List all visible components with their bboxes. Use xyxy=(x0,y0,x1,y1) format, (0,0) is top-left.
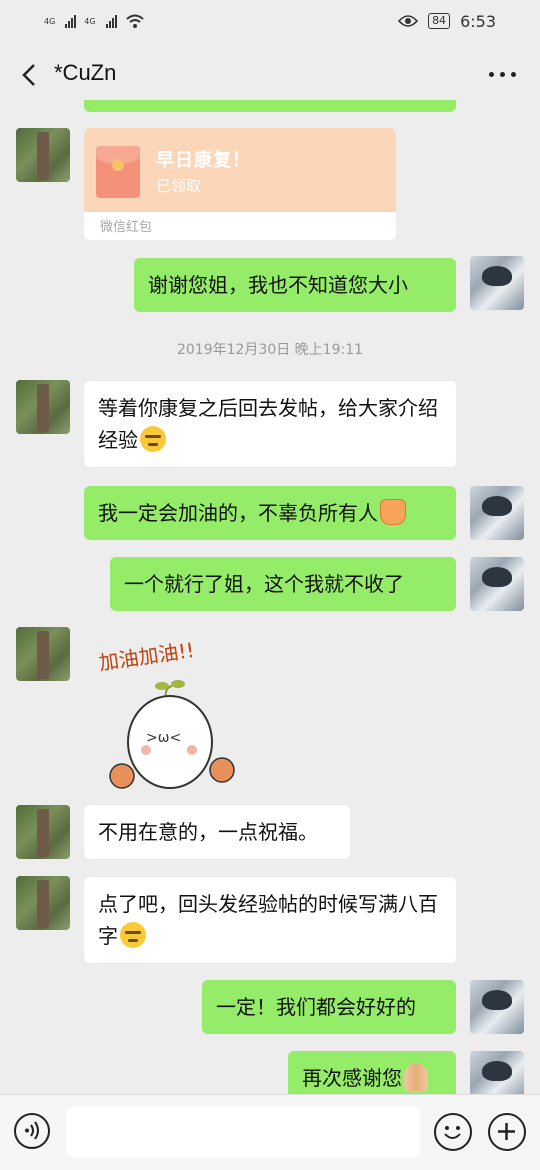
red-packet-footer: 微信红包 xyxy=(100,220,153,235)
message-text: 一定！我们都会好好的 xyxy=(216,995,416,1019)
avatar[interactable] xyxy=(16,380,70,434)
smirk-emoji-icon xyxy=(140,426,166,452)
message-text: 我一定会加油的，不辜负所有人 xyxy=(98,501,378,525)
message-text: 点了吧，回头发经验帖的时候写满八百字 xyxy=(98,892,438,948)
plus-icon[interactable] xyxy=(488,1113,526,1151)
message-list[interactable]: 早日康复！ 已领取 微信红包 谢谢您姐，我也不知道您大小 2019年12月30日… xyxy=(0,100,540,1094)
avatar[interactable] xyxy=(470,980,524,1034)
avatar[interactable] xyxy=(470,256,524,310)
emoji-icon[interactable] xyxy=(434,1113,472,1151)
message-bubble[interactable]: 点了吧，回头发经验帖的时候写满八百字 xyxy=(84,877,456,963)
chevron-left-icon[interactable] xyxy=(16,60,46,90)
avatar[interactable] xyxy=(470,557,524,611)
message-text: 再次感谢您 xyxy=(302,1066,402,1090)
network-type-1: 4G xyxy=(44,16,56,26)
svg-text:>ω<: >ω< xyxy=(146,730,181,746)
chat-title: *CuZn xyxy=(54,60,117,85)
message-bubble[interactable]: 一定！我们都会好好的 xyxy=(202,980,456,1034)
red-packet-body: 早日康复！ 已领取 xyxy=(84,128,396,212)
message-bubble[interactable]: 谢谢您姐，我也不知道您大小 xyxy=(134,258,456,312)
message-text: 一个就行了姐，这个我就不收了 xyxy=(124,572,404,596)
voice-icon[interactable] xyxy=(14,1113,50,1149)
battery-indicator: 84 xyxy=(428,13,451,29)
red-envelope-icon xyxy=(96,146,140,198)
message-bubble[interactable]: 一个就行了姐，这个我就不收了 xyxy=(110,557,456,611)
signal-group: 4G 4G xyxy=(44,13,145,29)
red-packet-title: 早日康复！ xyxy=(156,150,251,171)
eye-icon xyxy=(398,15,419,27)
message-text: 谢谢您姐，我也不知道您大小 xyxy=(148,273,408,297)
chat-header: *CuZn xyxy=(0,42,540,108)
timestamp: 2019年12月30日 晚上19:11 xyxy=(176,342,364,358)
status-bar: 4G 4G 84 6:53 xyxy=(0,0,540,42)
message-bubble[interactable]: 不用在意的，一点祝福。 xyxy=(84,805,350,859)
message-bubble[interactable]: 再次感谢您 xyxy=(288,1051,456,1094)
pray-emoji-icon xyxy=(404,1063,428,1091)
avatar[interactable] xyxy=(470,1051,524,1094)
previous-message-bubble xyxy=(84,100,456,112)
signal-icon-2 xyxy=(105,14,117,28)
avatar[interactable] xyxy=(16,876,70,930)
message-bubble[interactable]: 我一定会加油的，不辜负所有人 xyxy=(84,486,456,540)
avatar[interactable] xyxy=(470,486,524,540)
red-packet-status: 已领取 xyxy=(156,177,202,195)
message-input[interactable] xyxy=(66,1107,420,1157)
wifi-icon xyxy=(125,14,144,28)
message-text: 不用在意的，一点祝福。 xyxy=(98,820,318,844)
input-bar xyxy=(0,1094,540,1170)
red-packet-card[interactable]: 早日康复！ 已领取 微信红包 xyxy=(84,128,396,240)
avatar[interactable] xyxy=(16,627,70,681)
sticker-jiayou[interactable]: 加油加油!! >ω< xyxy=(94,630,244,795)
signal-icon xyxy=(65,14,77,28)
more-dots-icon[interactable] xyxy=(489,72,516,77)
avatar[interactable] xyxy=(16,128,70,182)
message-bubble[interactable]: 等着你康复之后回去发帖，给大家介绍经验 xyxy=(84,381,456,467)
clock: 6:53 xyxy=(460,11,496,31)
sticker-caption: 加油加油!! xyxy=(97,638,195,675)
status-right: 84 6:53 xyxy=(398,12,496,31)
avatar[interactable] xyxy=(16,805,70,859)
smirk-emoji-icon xyxy=(120,922,146,948)
fist-emoji-icon xyxy=(380,499,406,525)
network-type-2: 4G xyxy=(84,16,96,26)
